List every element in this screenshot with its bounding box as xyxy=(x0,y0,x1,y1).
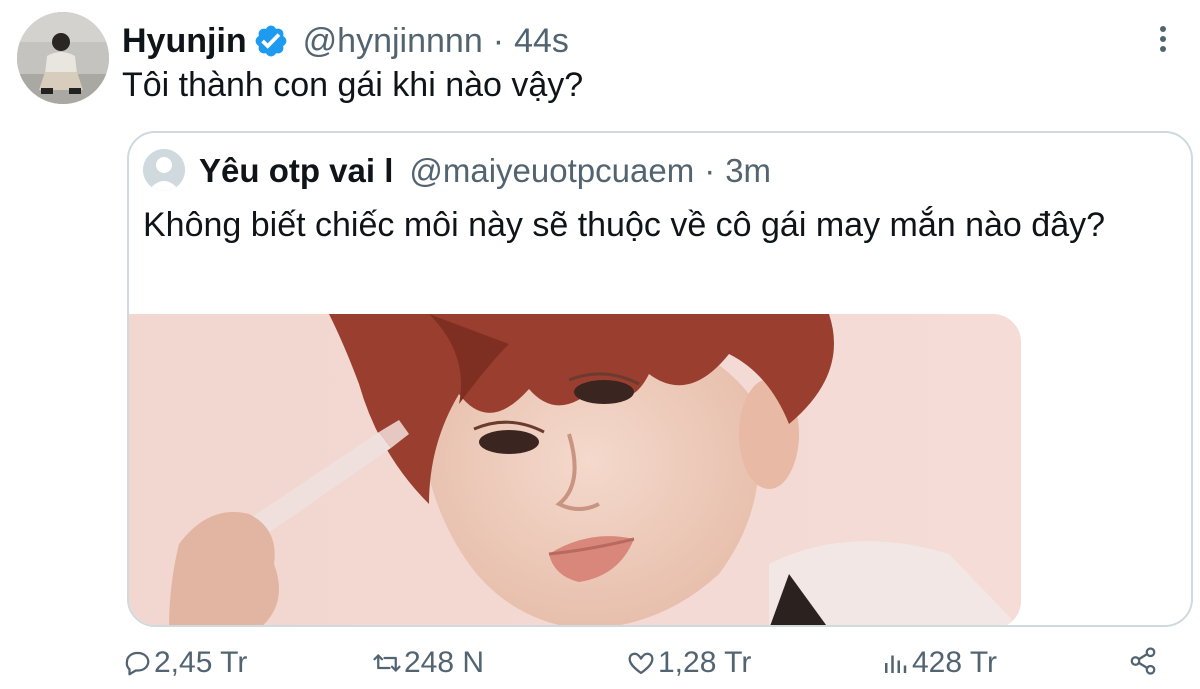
separator-dot: · xyxy=(704,152,716,189)
quoted-tweet[interactable]: Yêu otp vai l @maiyeuotpcuaem · 3m Không… xyxy=(127,131,1193,627)
verified-badge-icon xyxy=(253,23,289,59)
author-handle[interactable]: @hynjinnnn xyxy=(303,22,483,61)
share-button[interactable] xyxy=(1128,646,1160,676)
author-name[interactable]: Hyunjin xyxy=(122,22,247,61)
views-icon xyxy=(885,655,907,673)
views-button[interactable]: 428 Tr xyxy=(880,646,997,680)
reply-count: 2,45 Tr xyxy=(154,646,248,679)
like-button[interactable]: 1,28 Tr xyxy=(626,646,751,680)
tweet-header: Hyunjin @hynjinnnn · 44s xyxy=(122,18,569,64)
quoted-author-handle[interactable]: @maiyeuotpcuaem xyxy=(409,152,694,190)
quoted-timestamp[interactable]: 3m xyxy=(725,152,771,190)
reply-icon xyxy=(125,651,150,676)
tweet-card[interactable]: Hyunjin @hynjinnnn · 44s Tôi thành con g… xyxy=(0,0,1200,689)
share-icon xyxy=(1130,647,1156,675)
retweet-count: 248 N xyxy=(404,646,485,679)
quoted-author-avatar[interactable] xyxy=(143,149,185,191)
retweet-icon xyxy=(373,654,401,672)
quoted-text: Không biết chiếc môi này sẽ thuộc về cô … xyxy=(143,206,1106,244)
reply-button[interactable]: 2,45 Tr xyxy=(122,646,247,680)
like-count: 1,28 Tr xyxy=(658,646,752,679)
separator-dot: · xyxy=(492,21,505,60)
retweet-button[interactable]: 248 N xyxy=(372,646,484,680)
more-icon[interactable] xyxy=(1150,24,1176,54)
tweet-actions: 2,45 Tr 248 N 1,28 Tr 428 Tr xyxy=(0,640,1200,689)
quoted-author-name[interactable]: Yêu otp vai l xyxy=(199,152,393,190)
author-avatar[interactable] xyxy=(17,12,109,104)
tweet-timestamp[interactable]: 44s xyxy=(514,22,569,61)
like-icon xyxy=(628,652,654,675)
quoted-media-image[interactable] xyxy=(129,314,1021,625)
tweet-text: Tôi thành con gái khi nào vậy? xyxy=(122,66,584,104)
views-count: 428 Tr xyxy=(912,646,998,679)
quoted-header: Yêu otp vai l @maiyeuotpcuaem · 3m xyxy=(199,149,771,193)
